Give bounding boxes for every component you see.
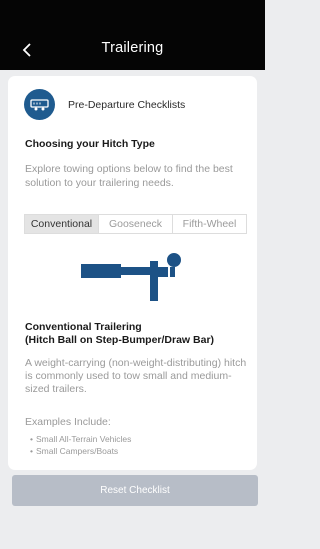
hitch-illustration: [81, 253, 181, 301]
section-heading: Choosing your Hitch Type: [25, 138, 155, 150]
pre-departure-checklist-link[interactable]: Pre-Departure Checklists: [8, 76, 257, 134]
examples-list: Small All-Terrain Vehicles Small Campers…: [30, 433, 131, 457]
page-title: Trailering: [101, 40, 164, 56]
top-navigation-bar: Trailering: [0, 0, 265, 70]
hitch-detail-heading: Conventional Trailering (Hitch Ball on S…: [25, 321, 250, 347]
tab-fifth-wheel[interactable]: Fifth-Wheel: [173, 215, 246, 233]
trailer-icon: [24, 89, 55, 120]
hitch-detail-heading-line1: Conventional Trailering: [25, 321, 142, 333]
reset-checklist-button[interactable]: Reset Checklist: [12, 475, 258, 506]
list-item: Small All-Terrain Vehicles: [30, 433, 131, 445]
section-description: Explore towing options below to find the…: [25, 163, 233, 189]
examples-label: Examples Include:: [25, 416, 111, 428]
list-item: Small Campers/Boats: [30, 445, 131, 457]
tab-gooseneck[interactable]: Gooseneck: [99, 215, 173, 233]
hitch-type-tabs: Conventional Gooseneck Fifth-Wheel: [24, 214, 247, 234]
hitch-detail-heading-line2: (Hitch Ball on Step-Bumper/Draw Bar): [25, 334, 215, 346]
hitch-detail-description: A weight-carrying (non-weight-distributi…: [25, 357, 247, 395]
checklist-label: Pre-Departure Checklists: [68, 99, 186, 111]
content-card: Pre-Departure Checklists Choosing your H…: [8, 76, 257, 470]
tab-conventional[interactable]: Conventional: [25, 215, 99, 233]
